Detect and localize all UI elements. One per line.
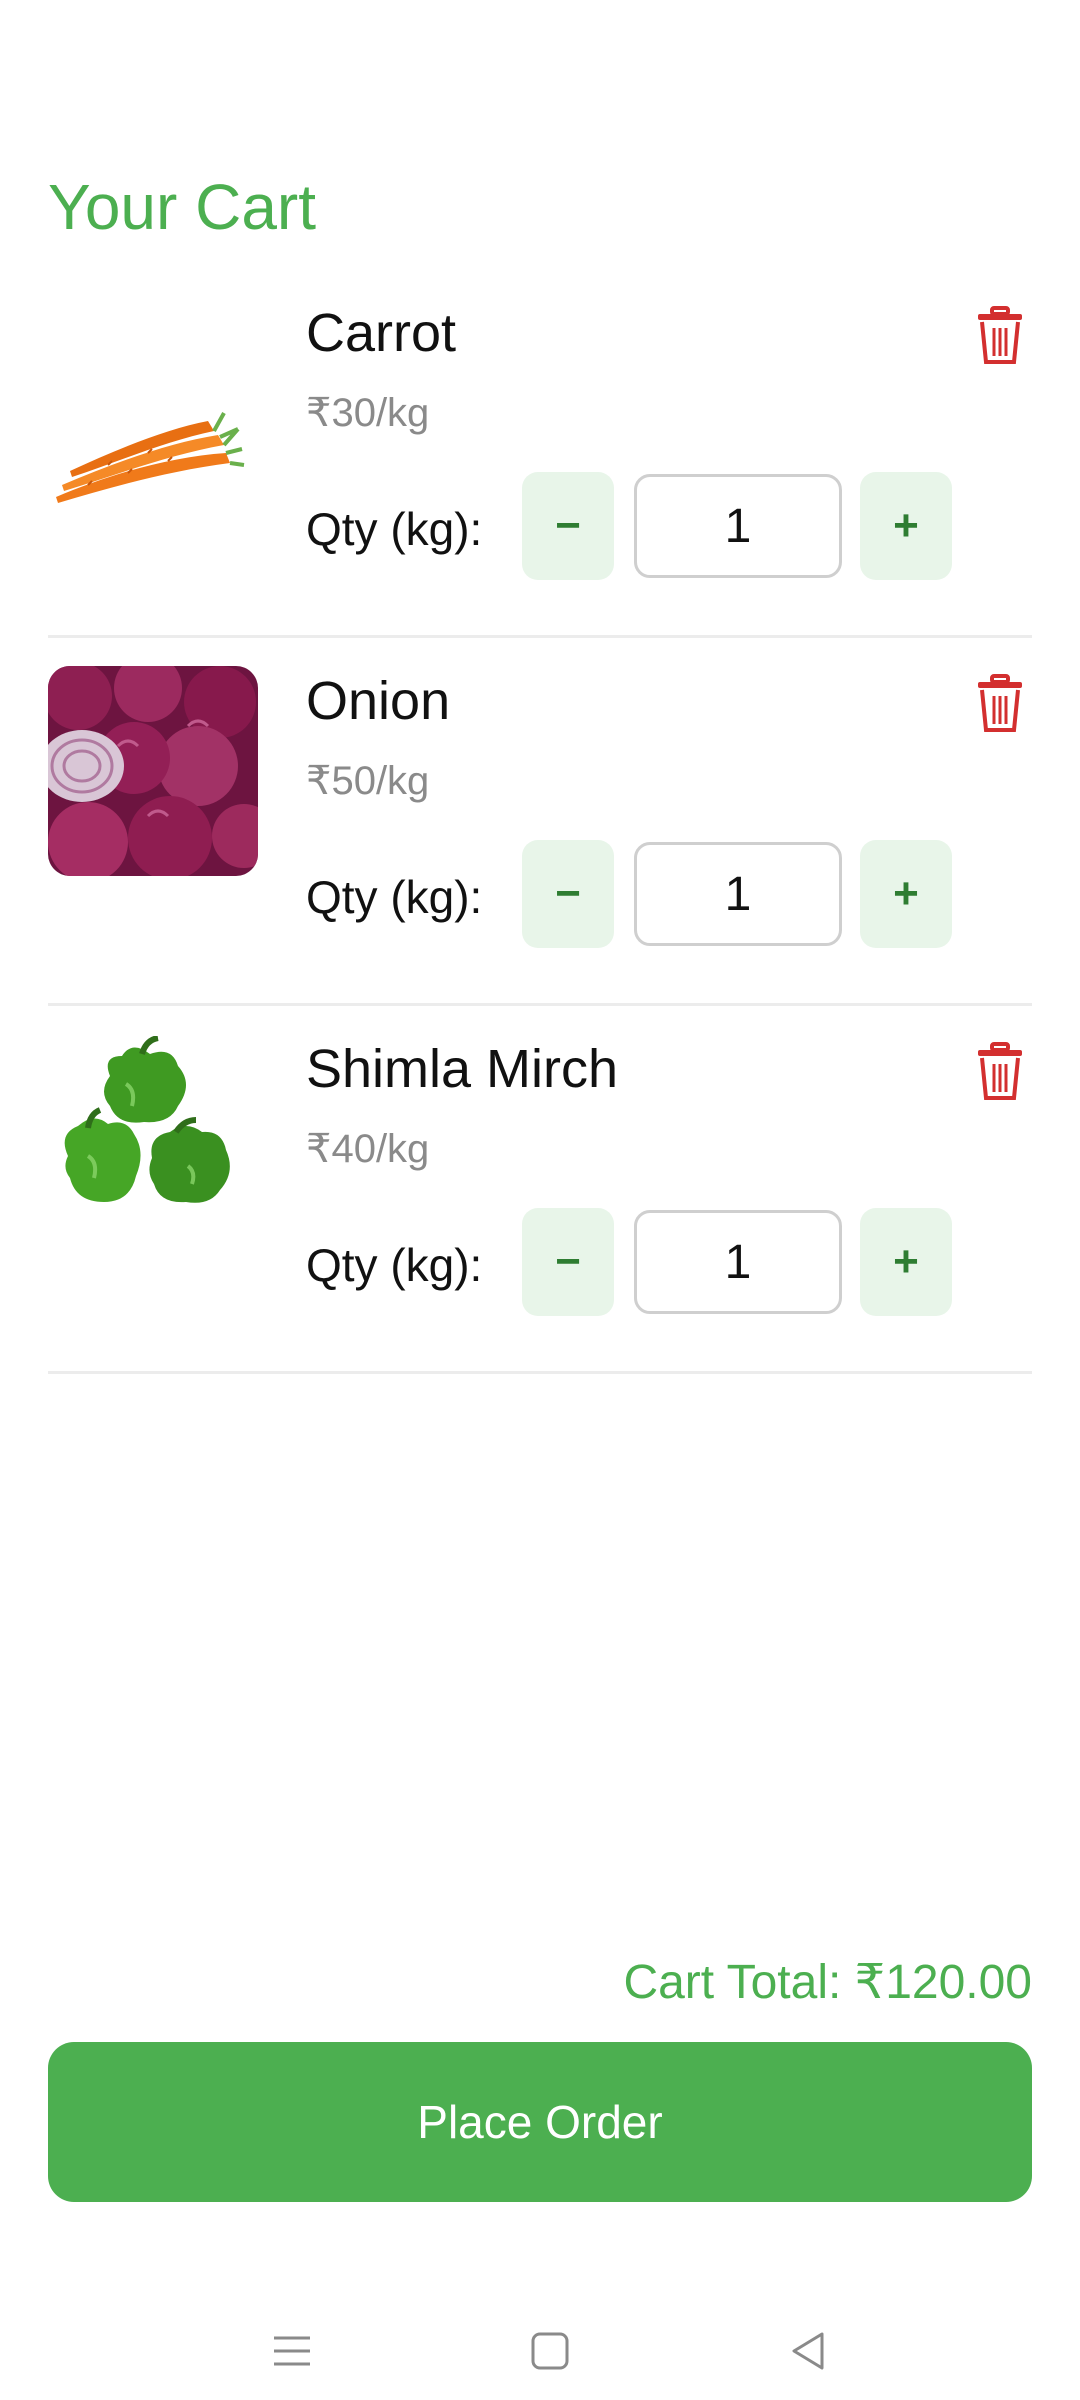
decrease-qty-button[interactable]: −	[522, 1208, 614, 1316]
menu-icon[interactable]	[262, 2326, 322, 2376]
qty-input[interactable]	[634, 842, 842, 946]
delete-icon[interactable]	[974, 674, 1026, 734]
decrease-qty-button[interactable]: −	[522, 472, 614, 580]
system-nav-bar	[0, 2296, 1080, 2400]
decrease-qty-button[interactable]: −	[522, 840, 614, 948]
increase-qty-button[interactable]: +	[860, 1208, 952, 1316]
cart-total: Cart Total: ₹120.00	[623, 1956, 1032, 2009]
item-name: Shimla Mirch	[306, 1039, 619, 1099]
carrot-image	[48, 325, 258, 535]
item-price: ₹40/kg	[306, 1127, 430, 1171]
increase-qty-button[interactable]: +	[860, 840, 952, 948]
qty-label: Qty (kg):	[306, 871, 483, 923]
home-icon[interactable]	[520, 2326, 580, 2376]
place-order-button[interactable]: Place Order	[48, 2042, 1032, 2202]
qty-label: Qty (kg):	[306, 1239, 483, 1291]
cart-item-shimla-mirch: Shimla Mirch ₹40/kg Qty (kg): − +	[48, 1006, 1032, 1374]
back-icon[interactable]	[778, 2326, 838, 2376]
page-title: Your Cart	[48, 171, 316, 243]
qty-input[interactable]	[634, 1210, 842, 1314]
cart-item-carrot: Carrot ₹30/kg Qty (kg): − +	[48, 270, 1032, 638]
delete-icon[interactable]	[974, 306, 1026, 366]
onion-image	[48, 666, 258, 876]
item-price: ₹50/kg	[306, 759, 430, 803]
cart-item-onion: Onion ₹50/kg Qty (kg): − +	[48, 638, 1032, 1006]
bell-pepper-image	[48, 1036, 258, 1246]
item-price: ₹30/kg	[306, 391, 430, 435]
delete-icon[interactable]	[974, 1042, 1026, 1102]
qty-input[interactable]	[634, 474, 842, 578]
item-name: Carrot	[306, 303, 457, 363]
item-name: Onion	[306, 671, 451, 731]
increase-qty-button[interactable]: +	[860, 472, 952, 580]
qty-label: Qty (kg):	[306, 503, 483, 555]
